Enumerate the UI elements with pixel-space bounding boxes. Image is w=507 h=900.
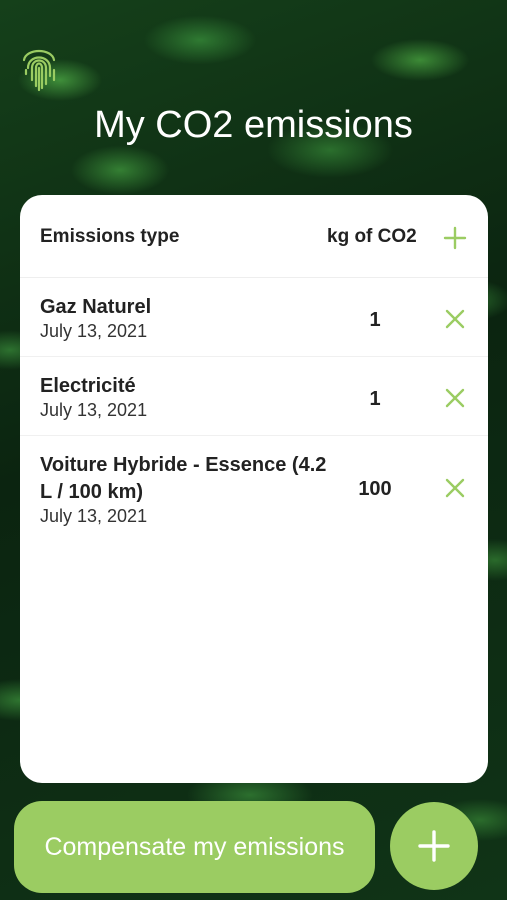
emission-date: July 13, 2021 xyxy=(40,400,148,420)
fingerprint-icon xyxy=(22,49,56,92)
emissions-card: Emissions type kg of CO2 Gaz Naturel Jul… xyxy=(20,195,488,783)
close-icon[interactable] xyxy=(444,308,466,330)
emission-name: Voiture Hybride - Essence (4.2 L / 100 k… xyxy=(40,454,327,503)
compensate-button[interactable]: Compensate my emissions xyxy=(14,801,375,893)
status-bar xyxy=(18,6,489,20)
plus-icon[interactable] xyxy=(442,225,468,251)
emission-name: Electricité xyxy=(40,375,136,397)
emission-kg: 1 xyxy=(369,388,381,410)
close-icon[interactable] xyxy=(444,387,466,409)
emission-date: July 13, 2021 xyxy=(40,506,148,526)
emission-kg: 1 xyxy=(369,309,381,331)
table-row: Voiture Hybride - Essence (4.2 L / 100 k… xyxy=(20,436,488,536)
page-title: My CO2 emissions xyxy=(94,104,413,146)
table-header: Emissions type kg of CO2 xyxy=(20,195,488,278)
emission-name: Gaz Naturel xyxy=(40,296,152,318)
column-header-type: Emissions type xyxy=(40,226,180,247)
column-header-kg: kg of CO2 xyxy=(327,226,417,247)
close-icon[interactable] xyxy=(444,477,466,499)
table-row: Electricité July 13, 2021 1 xyxy=(20,357,488,436)
emission-date: July 13, 2021 xyxy=(40,321,148,341)
add-emission-fab[interactable] xyxy=(390,802,478,890)
table-row: Gaz Naturel July 13, 2021 1 xyxy=(20,278,488,357)
emission-kg: 100 xyxy=(358,478,392,500)
plus-icon xyxy=(418,830,450,862)
